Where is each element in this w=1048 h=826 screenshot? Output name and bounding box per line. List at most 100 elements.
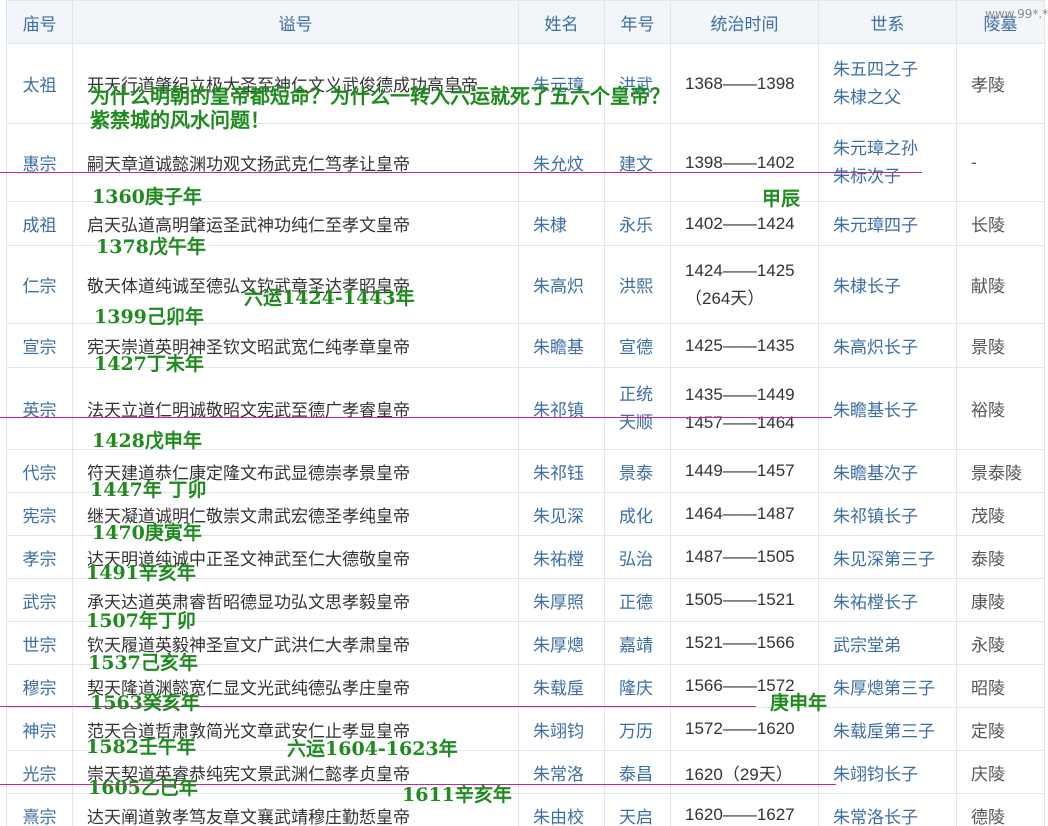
era-name-link[interactable]: 景泰 [604, 449, 671, 493]
annotation-year-1470: 1470庚寅年 [92, 522, 202, 544]
reign-period: 1368——1398 [670, 43, 819, 124]
site-watermark: www.99*.*m [985, 7, 1048, 21]
mausoleum: 长陵 [956, 201, 1045, 246]
lineage-link[interactable]: 朱元璋之孙 朱标次子 [818, 123, 957, 202]
emperor-name-link[interactable]: 朱瞻基 [518, 323, 605, 368]
temple-name-link[interactable]: 熹宗 [6, 793, 73, 826]
era-name-link[interactable]: 天启 [604, 793, 671, 826]
lineage-link[interactable]: 朱翊钧长子 [818, 750, 957, 794]
temple-name-link[interactable]: 英宗 [6, 367, 73, 450]
emperor-name-link[interactable]: 朱祐樘 [518, 535, 605, 579]
header-personal-name[interactable]: 姓名 [518, 0, 605, 44]
mausoleum: 昭陵 [956, 664, 1045, 708]
annotation-year-1378: 1378戊午年 [96, 236, 206, 258]
reign-period-line: 1435——1449 [685, 384, 795, 404]
emperor-name-link[interactable]: 朱棣 [518, 201, 605, 246]
annotation-year-1447: 1447年 丁卯 [90, 479, 207, 501]
era-name-link[interactable]: 弘治 [604, 535, 671, 579]
lineage-link[interactable]: 武宗堂弟 [818, 621, 957, 665]
reign-period: 1464——1487 [670, 492, 819, 536]
era-name-link[interactable]: 洪熙 [604, 245, 671, 324]
annotation-headline-1: 为什么明朝的皇帝都短命？为什么一转入六运就死了五六个皇帝？ [90, 84, 670, 108]
lineage-link-line[interactable]: 朱五四之子 [833, 56, 956, 84]
emperor-name-link[interactable]: 朱翊钧 [518, 707, 605, 751]
era-name-link[interactable]: 嘉靖 [604, 621, 671, 665]
temple-name-link[interactable]: 太祖 [6, 43, 73, 124]
header-temple-name[interactable]: 庙号 [6, 0, 73, 44]
lineage-link[interactable]: 朱五四之子 朱棣之父 [818, 43, 957, 124]
reign-period: 1620（29天） [670, 750, 819, 794]
annotation-year-1582: 1582壬午年 [86, 736, 196, 758]
annotation-year-1360: 1360庚子年 [92, 186, 202, 208]
lineage-link-line[interactable]: 朱棣之父 [833, 84, 956, 112]
era-name-link[interactable]: 万历 [604, 707, 671, 751]
temple-name-link[interactable]: 代宗 [6, 449, 73, 493]
era-name-link[interactable]: 永乐 [604, 201, 671, 246]
annotation-year-1611: 1611辛亥年 [402, 784, 512, 806]
temple-name-link[interactable]: 惠宗 [6, 123, 73, 202]
lineage-link[interactable]: 朱见深第三子 [818, 535, 957, 579]
annotation-year-1537: 1537己亥年 [88, 652, 198, 674]
era-name-link[interactable]: 正德 [604, 578, 671, 622]
mausoleum: 茂陵 [956, 492, 1045, 536]
lineage-link[interactable]: 朱棣长子 [818, 245, 957, 324]
temple-name-link[interactable]: 孝宗 [6, 535, 73, 579]
emperor-name-link[interactable]: 朱厚熜 [518, 621, 605, 665]
reign-period-line: 1424——1425 [685, 260, 795, 280]
era-name-link[interactable]: 建文 [604, 123, 671, 202]
lineage-link-line[interactable]: 朱元璋之孙 [833, 135, 956, 163]
lineage-link[interactable]: 朱厚熜第三子 [818, 664, 957, 708]
emperor-name-link[interactable]: 朱厚照 [518, 578, 605, 622]
emperor-name-link[interactable]: 朱常洛 [518, 750, 605, 794]
temple-name-link[interactable]: 仁宗 [6, 245, 73, 324]
temple-name-link[interactable]: 宣宗 [6, 323, 73, 368]
lineage-link-line[interactable]: 朱标次子 [833, 163, 956, 191]
lineage-link[interactable]: 朱瞻基次子 [818, 449, 957, 493]
era-name-link[interactable]: 正统 天顺 [604, 367, 671, 450]
reign-period: 1424——1425 （264天） [670, 245, 819, 324]
lineage-link[interactable]: 朱常洛长子 [818, 793, 957, 826]
era-name-link[interactable]: 泰昌 [604, 750, 671, 794]
temple-name-link[interactable]: 世宗 [6, 621, 73, 665]
emperor-name-link[interactable]: 朱祁钰 [518, 449, 605, 493]
annotation-year-1399: 1399己卯年 [94, 306, 204, 328]
annotation-year-1491: 1491辛亥年 [86, 562, 196, 584]
mausoleum: 德陵 [956, 793, 1045, 826]
header-lineage[interactable]: 世系 [818, 0, 957, 44]
temple-name-link[interactable]: 穆宗 [6, 664, 73, 708]
temple-name-link[interactable]: 光宗 [6, 750, 73, 794]
annotation-liuyun-2: 六运1604-1623年 [287, 738, 458, 760]
reign-period: 1487——1505 [670, 535, 819, 579]
emperor-name-link[interactable]: 朱祁镇 [518, 367, 605, 450]
header-reign-period[interactable]: 统治时间 [670, 0, 819, 44]
temple-name-link[interactable]: 神宗 [6, 707, 73, 751]
era-name-link[interactable]: 隆庆 [604, 664, 671, 708]
lineage-link[interactable]: 朱瞻基长子 [818, 367, 957, 450]
reign-period: 1449——1457 [670, 449, 819, 493]
temple-name-link[interactable]: 武宗 [6, 578, 73, 622]
header-era-name[interactable]: 年号 [604, 0, 671, 44]
lineage-link[interactable]: 朱载垕第三子 [818, 707, 957, 751]
mausoleum: 孝陵 [956, 43, 1045, 124]
lineage-link[interactable]: 朱祁镇长子 [818, 492, 957, 536]
emperor-name-link[interactable]: 朱载垕 [518, 664, 605, 708]
temple-name-link[interactable]: 宪宗 [6, 492, 73, 536]
era-name-link[interactable]: 成化 [604, 492, 671, 536]
annotation-year-1427: 1427丁未年 [94, 353, 204, 375]
reign-period-line: 1457——1464 [685, 412, 795, 432]
era-name-link-line[interactable]: 天顺 [619, 409, 670, 437]
lineage-link[interactable]: 朱高炽长子 [818, 323, 957, 368]
era-name-link[interactable]: 宣德 [604, 323, 671, 368]
emperor-name-link[interactable]: 朱由校 [518, 793, 605, 826]
annotation-underline [0, 172, 922, 173]
annotation-year-1428: 1428戊申年 [92, 430, 202, 452]
header-posthumous-name[interactable]: 谥号 [72, 0, 519, 44]
lineage-link[interactable]: 朱元璋四子 [818, 201, 957, 246]
era-name-link-line[interactable]: 正统 [619, 381, 670, 409]
lineage-link[interactable]: 朱祐樘长子 [818, 578, 957, 622]
emperor-name-link[interactable]: 朱高炽 [518, 245, 605, 324]
temple-name-link[interactable]: 成祖 [6, 201, 73, 246]
emperor-name-link[interactable]: 朱允炆 [518, 123, 605, 202]
emperor-name-link[interactable]: 朱见深 [518, 492, 605, 536]
mausoleum: 景泰陵 [956, 449, 1045, 493]
